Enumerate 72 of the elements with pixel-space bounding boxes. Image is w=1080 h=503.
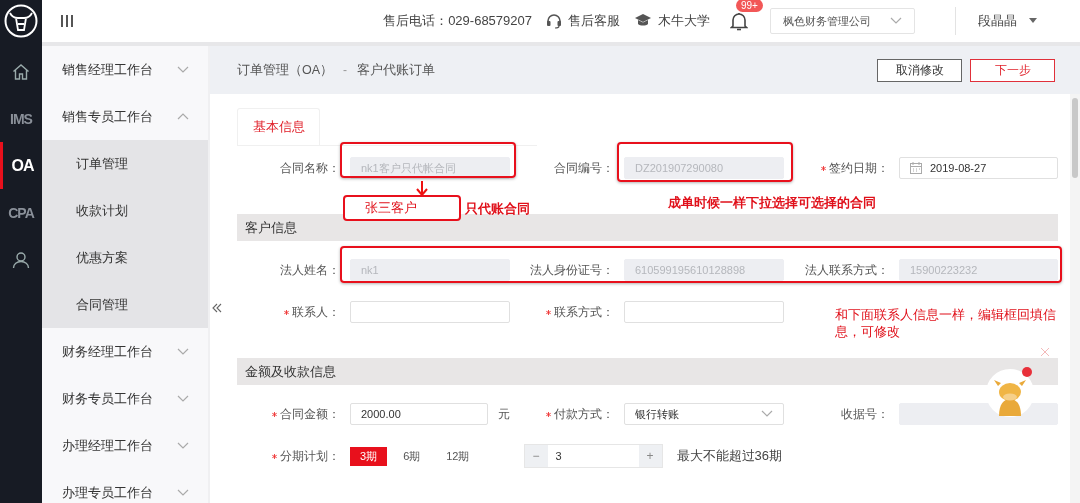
required-asterisk-icon [821, 165, 826, 171]
chevron-down-icon [890, 17, 902, 25]
breadcrumb-link[interactable]: 订单管理（OA） [237, 61, 334, 79]
notification-dot [1022, 367, 1032, 377]
sidebar-group[interactable]: 销售经理工作台 [42, 46, 208, 93]
input-field[interactable]: 2000.00 [350, 403, 488, 425]
rail-link[interactable]: OA [11, 156, 34, 175]
unit-label: 元 [498, 405, 510, 423]
annotation-label: 张三客户 [343, 195, 461, 221]
required-asterisk-icon [272, 411, 277, 417]
caret-down-icon [1028, 18, 1038, 24]
close-icon[interactable] [1040, 347, 1050, 357]
required-asterisk-icon [546, 309, 551, 315]
field-label: 签约日期： [829, 160, 889, 176]
arrow-icon [416, 181, 428, 197]
installment-option[interactable]: 3期 [350, 446, 388, 466]
sidebar-group[interactable]: 销售专员工作台 [42, 93, 208, 140]
required-asterisk-icon [546, 411, 551, 417]
double-chevron-left-icon [211, 303, 222, 313]
sidebar-group[interactable]: 办理专员工作台 [42, 469, 208, 503]
annotation-note: 和下面联系人信息一样，编辑框回填信息，可修改 [835, 307, 1057, 341]
input-field[interactable] [350, 301, 510, 323]
cancel-button[interactable]: 取消修改 [877, 58, 962, 82]
sidebar-item[interactable]: 收款计划 [42, 187, 208, 234]
rail-link[interactable]: IMS [10, 110, 32, 127]
phone-number: 售后电话：029-68579207 [383, 12, 532, 30]
bull-logo-icon [4, 4, 38, 38]
field-label: 分期计划： [280, 448, 340, 464]
input-field[interactable] [624, 301, 784, 323]
calendar-icon [910, 162, 922, 174]
notification-badge: 99+ [736, 0, 763, 12]
scrollbar[interactable] [1070, 94, 1080, 503]
required-asterisk-icon [272, 453, 277, 459]
field-label: 联系方式： [554, 304, 614, 320]
dropdown[interactable]: 银行转账 [624, 403, 784, 425]
user-icon[interactable] [12, 250, 30, 269]
user-name[interactable]: 段晶晶 [978, 12, 1017, 30]
field-label: 法人身份证号： [530, 262, 614, 278]
sidebar-group[interactable]: 财务专员工作台 [42, 375, 208, 422]
service-link[interactable]: 售后客服 [568, 12, 620, 30]
field-label: 法人联系方式： [805, 262, 889, 278]
field-label: 合同编号： [554, 160, 614, 176]
sidebar-group[interactable]: 财务经理工作台 [42, 328, 208, 375]
sidebar-item[interactable]: 优惠方案 [42, 234, 208, 281]
hint-text: 最大不能超过36期 [676, 447, 782, 465]
tab[interactable]: 基本信息 [237, 108, 320, 145]
field-label: 收据号： [841, 406, 889, 422]
field-label: 合同名称： [280, 160, 340, 176]
chevron-down-icon [761, 410, 773, 418]
menu-icon[interactable] [61, 14, 73, 28]
headset-icon [546, 13, 562, 29]
field-label: 法人姓名： [280, 262, 340, 278]
field-label: 合同金额： [280, 406, 340, 422]
home-icon[interactable] [12, 62, 30, 81]
bell-icon[interactable] [730, 11, 748, 31]
rail-link[interactable]: CPA [8, 204, 34, 221]
breadcrumb-current: 客户代账订单 [357, 61, 436, 79]
breadcrumb-separator: - [343, 63, 348, 77]
date-field[interactable]: 2019-08-27 [899, 157, 1058, 179]
annotation-note: 成单时候一样下拉选择可选择的合同 [668, 195, 876, 212]
university-link[interactable]: 木牛大学 [658, 12, 710, 30]
field-label: 付款方式： [554, 406, 614, 422]
sidebar-item[interactable]: 订单管理 [42, 140, 208, 187]
field-label: 联系人： [292, 304, 340, 320]
assistant-toast[interactable] [985, 368, 1035, 418]
required-asterisk-icon [284, 309, 289, 315]
section-header: 金额及收款信息 [237, 358, 1058, 385]
sidebar-item[interactable]: 合同管理 [42, 281, 208, 328]
sidebar-group[interactable]: 办理经理工作台 [42, 422, 208, 469]
next-button[interactable]: 下一步 [970, 58, 1055, 82]
section-header: 客户信息 [237, 214, 1058, 241]
company-select[interactable]: 枫色财务管理公司 [770, 8, 915, 34]
